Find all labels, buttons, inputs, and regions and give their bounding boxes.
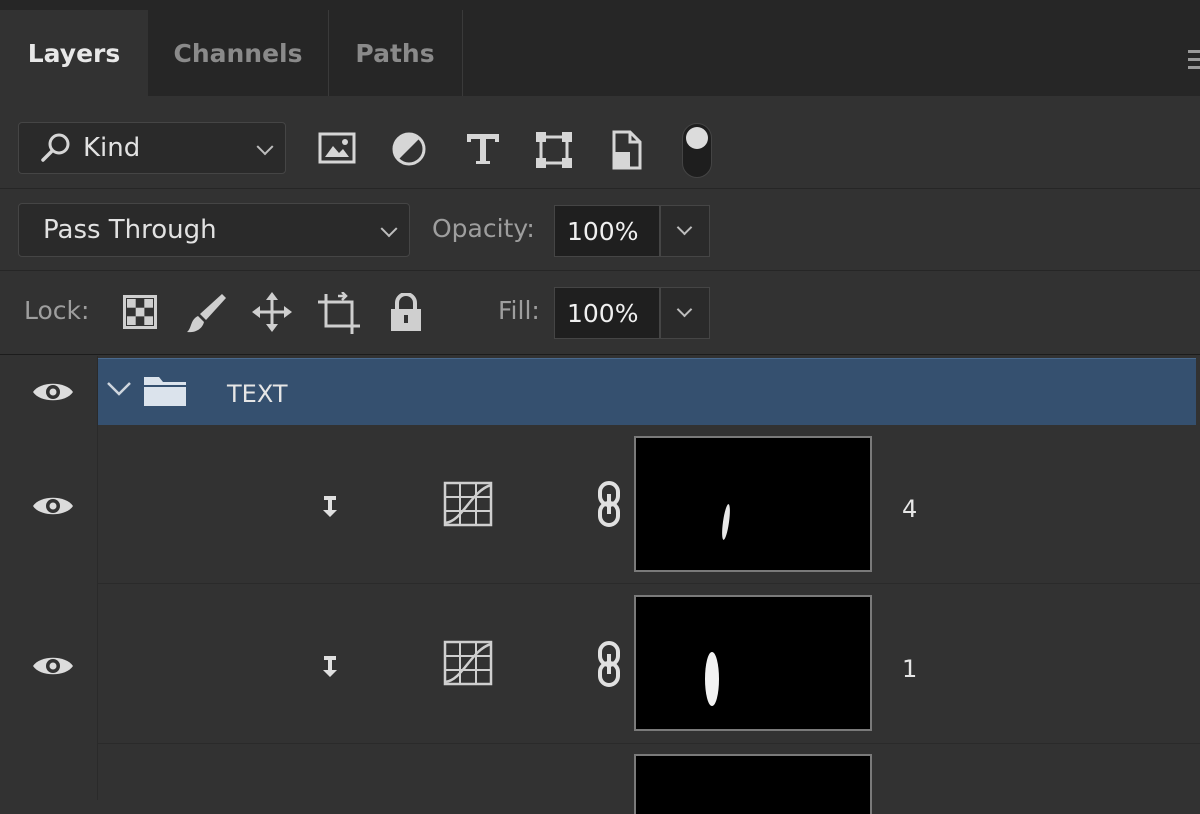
layer-mask-thumbnail[interactable] <box>634 595 872 731</box>
layer-row[interactable] <box>0 744 1200 800</box>
curves-adjustment-icon <box>443 481 493 527</box>
curves-adjustment-icon <box>443 640 493 686</box>
layer-name[interactable]: 1 <box>902 655 917 683</box>
layer-mask-thumbnail[interactable] <box>634 754 872 814</box>
mask-link-icon[interactable] <box>596 480 622 528</box>
fill-slider-button[interactable] <box>660 287 710 339</box>
image-filter-icon[interactable] <box>318 132 356 164</box>
clipping-mask-arrow-icon <box>323 496 337 517</box>
lock-artboard-icon[interactable] <box>318 292 362 334</box>
lock-row-separator <box>0 354 1200 355</box>
mask-link-icon[interactable] <box>596 640 622 688</box>
blend-row-separator <box>0 270 1200 271</box>
adjustment-filter-icon[interactable] <box>391 131 427 167</box>
lock-image-pixels-icon[interactable] <box>186 292 226 334</box>
tab-layers[interactable]: Layers <box>0 10 148 96</box>
visibility-eye-icon[interactable] <box>32 378 74 406</box>
chevron-down-icon <box>380 220 398 238</box>
layer-name[interactable]: TEXT <box>227 380 288 408</box>
tab-paths-label: Paths <box>355 38 435 68</box>
blend-mode-value: Pass Through <box>43 215 217 245</box>
fill-label: Fill: <box>498 296 540 325</box>
lock-label: Lock: <box>24 296 90 325</box>
panel-menu-icon[interactable] <box>1188 50 1200 76</box>
smart-object-filter-icon[interactable] <box>610 130 644 170</box>
filter-kind-label: Kind <box>83 133 141 163</box>
opacity-slider-button[interactable] <box>660 205 710 257</box>
fill-input[interactable]: 100% <box>554 287 660 339</box>
layer-mask-thumbnail[interactable] <box>634 436 872 572</box>
chevron-down-icon <box>256 138 274 156</box>
lock-transparent-pixels-icon[interactable] <box>123 295 157 329</box>
tab-paths[interactable]: Paths <box>328 10 463 96</box>
shape-filter-icon[interactable] <box>535 131 573 169</box>
visibility-eye-icon[interactable] <box>32 652 74 680</box>
tab-layers-label: Layers <box>27 38 121 68</box>
opacity-label: Opacity: <box>432 214 535 243</box>
panel-tab-bar: Layers Channels Paths <box>0 10 1200 96</box>
tab-channels[interactable]: Channels <box>148 10 329 96</box>
visibility-eye-icon[interactable] <box>32 492 74 520</box>
filter-toggle-switch[interactable] <box>682 123 712 178</box>
folder-icon <box>144 377 186 406</box>
filter-kind-dropdown[interactable]: Kind <box>18 122 286 174</box>
filter-row-separator <box>0 188 1200 189</box>
search-icon <box>41 133 70 162</box>
chevron-down-icon[interactable] <box>106 380 132 398</box>
lock-position-icon[interactable] <box>252 292 292 332</box>
eye-column-divider <box>97 356 98 800</box>
blend-mode-dropdown[interactable]: Pass Through <box>18 203 410 257</box>
lock-all-icon[interactable] <box>389 293 423 331</box>
tab-channels-label: Channels <box>173 38 303 68</box>
opacity-input[interactable]: 100% <box>554 205 660 257</box>
layer-name[interactable]: 4 <box>902 495 917 523</box>
clipping-mask-arrow-icon <box>323 656 337 677</box>
type-filter-icon[interactable] <box>465 132 501 166</box>
